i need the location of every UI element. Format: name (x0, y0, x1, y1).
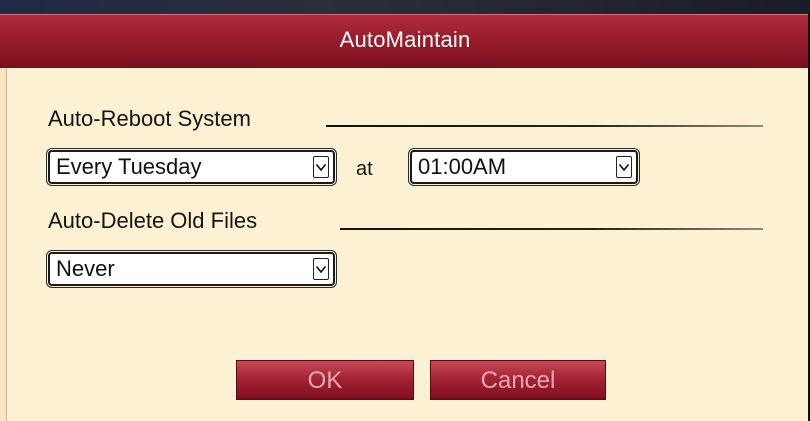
ok-button[interactable]: OK (236, 360, 414, 400)
reboot-day-value: Every Tuesday (56, 154, 202, 179)
auto-delete-label: Auto-Delete Old Files (48, 208, 258, 233)
reboot-time-value: 01:00AM (418, 154, 507, 179)
chevron-down-icon[interactable] (616, 156, 632, 178)
reboot-time-select[interactable]: 01:00AM (410, 150, 638, 184)
chevron-down-icon[interactable] (313, 156, 329, 178)
dialog-title: AutoMaintain (339, 27, 471, 52)
reboot-day-select[interactable]: Every Tuesday (48, 150, 335, 184)
chevron-down-icon[interactable] (313, 258, 329, 280)
automaintain-dialog: AutoMaintain Auto-Reboot System Every Tu… (0, 0, 810, 421)
background-strip (0, 0, 810, 14)
at-label: at (356, 158, 373, 180)
cancel-button[interactable]: Cancel (430, 360, 606, 400)
auto-delete-value: Never (56, 256, 115, 281)
auto-delete-select[interactable]: Never (48, 252, 335, 286)
dialog-left-border (0, 68, 7, 421)
title-bar: AutoMaintain (0, 14, 810, 68)
auto-reboot-divider (326, 125, 763, 127)
auto-reboot-label: Auto-Reboot System (48, 106, 251, 131)
auto-delete-divider (340, 228, 763, 230)
